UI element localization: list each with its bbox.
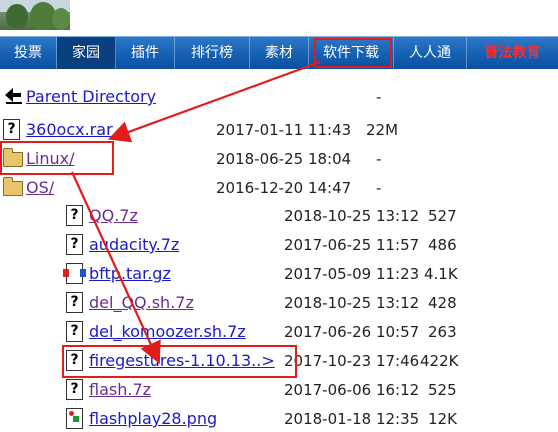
size-value: - xyxy=(376,150,382,168)
date-value: 2017-06-25 11:57 xyxy=(284,236,420,254)
nav-item-ranking[interactable]: 排行榜 xyxy=(175,37,250,69)
annotation-box-firegestures xyxy=(62,345,297,378)
file-link[interactable]: bftp.tar.gz xyxy=(89,261,171,287)
date-value: 2017-06-26 10:57 xyxy=(284,323,420,341)
unknown-file-icon: ? xyxy=(66,292,83,313)
annotation-box-linux xyxy=(0,141,114,175)
date-value: 2018-06-25 18:04 xyxy=(216,150,352,168)
folder-icon xyxy=(3,177,23,196)
size-value: 263 xyxy=(428,323,457,341)
file-link[interactable]: del_komoozer.sh.7z xyxy=(89,319,246,345)
list-item: ? 360ocx.rar 2017-01-11 11:43 22M xyxy=(0,117,558,143)
size-value: 527 xyxy=(428,207,457,225)
annotation-box-software-download xyxy=(314,38,392,68)
size-value: - xyxy=(376,179,382,197)
nav-item-plugins[interactable]: 插件 xyxy=(116,37,175,69)
site-logo xyxy=(0,0,70,30)
size-value: - xyxy=(376,88,382,106)
date-value: 2018-10-25 13:12 xyxy=(284,294,420,312)
list-item: OS/ 2016-12-20 14:47 - xyxy=(0,175,558,201)
unknown-file-icon: ? xyxy=(66,379,83,400)
size-value: 486 xyxy=(428,236,457,254)
list-item: bftp.tar.gz 2017-05-09 11:23 4.1K xyxy=(0,261,558,287)
date-value: 2017-01-11 11:43 xyxy=(216,121,352,139)
file-link[interactable]: QQ.7z xyxy=(89,203,138,229)
file-link[interactable]: flashplay28.png xyxy=(89,406,217,432)
nav-item-renrentong[interactable]: 人人通 xyxy=(394,37,467,69)
list-item: ? audacity.7z 2017-06-25 11:57 486 xyxy=(0,232,558,258)
file-link[interactable]: audacity.7z xyxy=(89,232,179,258)
date-value: 2017-06-06 16:12 xyxy=(284,381,420,399)
nav-item-materials[interactable]: 素材 xyxy=(250,37,309,69)
list-item: ? flash.7z 2017-06-06 16:12 525 xyxy=(0,377,558,403)
date-value: 2017-10-23 17:46 xyxy=(284,352,420,370)
size-value: 525 xyxy=(428,381,457,399)
parent-directory-link[interactable]: Parent Directory xyxy=(26,84,156,110)
unknown-file-icon: ? xyxy=(66,321,83,342)
file-link[interactable]: del_QQ.sh.7z xyxy=(89,290,194,316)
file-link[interactable]: 360ocx.rar xyxy=(26,117,113,143)
nav-bar: 投票 家园 插件 排行榜 素材 软件下载 人人通 普法教育 xyxy=(0,36,558,69)
nav-item-legal-education[interactable]: 普法教育 xyxy=(467,37,558,69)
unknown-file-icon: ? xyxy=(3,119,20,140)
list-item: ? del_QQ.sh.7z 2018-10-25 13:12 428 xyxy=(0,290,558,316)
nav-item-home[interactable]: 家园 xyxy=(57,37,116,69)
unknown-file-icon: ? xyxy=(66,205,83,226)
image-file-icon xyxy=(66,408,83,429)
size-value: 12K xyxy=(428,410,457,428)
list-item: flashplay28.png 2018-01-18 12:35 12K xyxy=(0,406,558,432)
list-item: ? QQ.7z 2018-10-25 13:12 527 xyxy=(0,203,558,229)
back-arrow-icon xyxy=(5,88,22,104)
date-value: 2018-10-25 13:12 xyxy=(284,207,420,225)
nav-item-vote[interactable]: 投票 xyxy=(0,37,57,69)
list-item: ? del_komoozer.sh.7z 2017-06-26 10:57 26… xyxy=(0,319,558,345)
size-value: 428 xyxy=(428,294,457,312)
date-value: 2018-01-18 12:35 xyxy=(284,410,420,428)
list-item: Parent Directory - xyxy=(0,84,558,110)
archive-icon xyxy=(63,263,86,284)
unknown-file-icon: ? xyxy=(66,234,83,255)
date-value: 2017-05-09 11:23 xyxy=(284,265,420,283)
folder-link[interactable]: OS/ xyxy=(26,175,54,201)
date-value: 2016-12-20 14:47 xyxy=(216,179,352,197)
size-value: 4.1K xyxy=(424,265,458,283)
file-link[interactable]: flash.7z xyxy=(89,377,151,403)
size-value: 22M xyxy=(366,121,399,139)
size-value: 422K xyxy=(420,352,459,370)
